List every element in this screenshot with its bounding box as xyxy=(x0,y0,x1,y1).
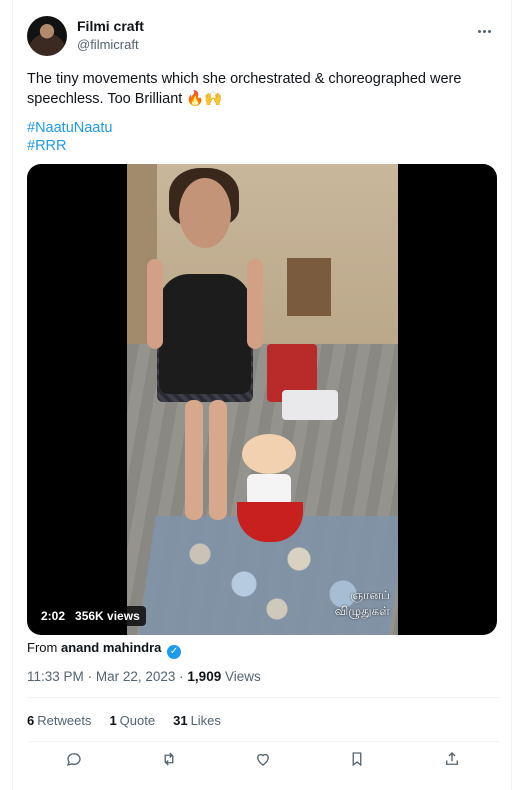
verified-badge-icon: ✓ xyxy=(167,645,182,659)
video-frame: ஞானப் விழுதுகள் xyxy=(127,164,398,635)
avatar[interactable] xyxy=(27,16,67,56)
divider xyxy=(27,697,499,698)
from-attribution: From anand mahindra ✓ xyxy=(27,640,182,659)
retweets-stat[interactable]: 6 Retweets xyxy=(27,713,91,728)
hashtag-naatunaatu[interactable]: #NaatuNaatu xyxy=(27,120,112,136)
tweet-time[interactable]: 11:33 PM xyxy=(27,669,84,684)
more-options-icon[interactable] xyxy=(477,20,497,34)
tweet-text: The tiny movements which she orchestrate… xyxy=(27,71,462,107)
author-name[interactable]: Filmi craft xyxy=(77,18,144,34)
views-count: 1,909 xyxy=(187,669,222,684)
engagement-stats: 6 Retweets 1 Quote 31 Likes xyxy=(27,713,221,728)
hashtag-rrr[interactable]: #RRR xyxy=(27,138,66,154)
video-player[interactable]: ஞானப் விழுதுகள் 2:02 356K views xyxy=(27,164,497,635)
share-icon[interactable] xyxy=(443,750,461,773)
source-account-link[interactable]: anand mahindra xyxy=(61,640,161,655)
tweet-date[interactable]: Mar 22, 2023 xyxy=(96,669,176,684)
divider xyxy=(27,741,499,742)
views-label: Views xyxy=(224,669,261,684)
author-handle[interactable]: @filmicraft xyxy=(77,37,139,52)
video-watermark: ஞானப் விழுதுகள் xyxy=(334,588,390,618)
action-bar xyxy=(27,750,499,773)
tweet-card: Filmi craft @filmicraft The tiny movemen… xyxy=(12,0,512,790)
video-duration-badge: 2:02 356K views xyxy=(35,606,146,626)
quotes-stat[interactable]: 1 Quote xyxy=(109,713,155,728)
tweet-meta: 11:33 PM · Mar 22, 2023 · 1,909 Views xyxy=(27,669,261,684)
bookmark-icon[interactable] xyxy=(348,750,366,773)
video-duration: 2:02 xyxy=(41,609,66,623)
retweet-icon[interactable] xyxy=(160,750,178,773)
like-icon[interactable] xyxy=(254,750,272,773)
likes-stat[interactable]: 31 Likes xyxy=(173,713,221,728)
reply-icon[interactable] xyxy=(65,750,83,773)
video-views: 356K views xyxy=(75,609,140,623)
